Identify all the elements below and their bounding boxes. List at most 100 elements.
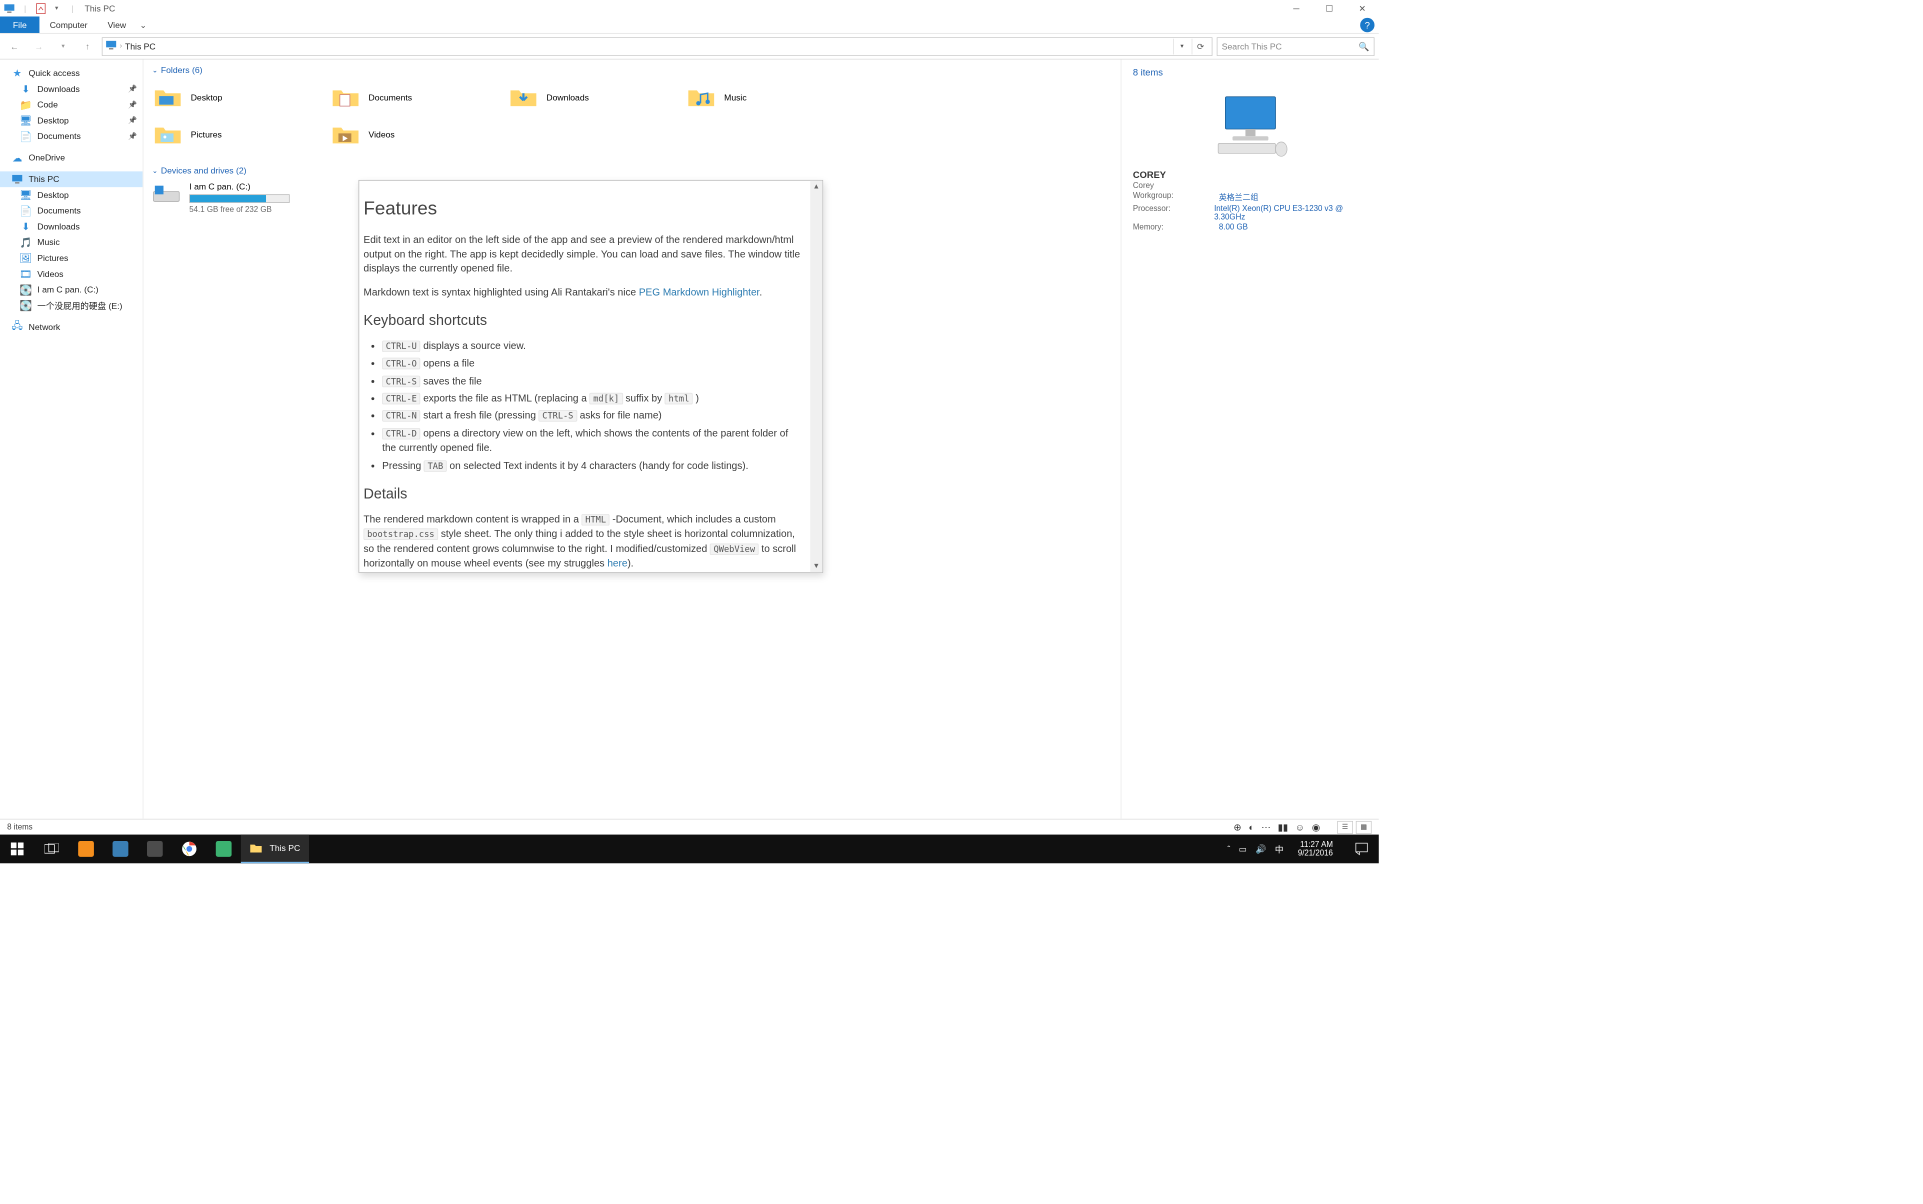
nav-qa-desktop[interactable]: 🖥Desktop (0, 113, 143, 129)
maximize-button[interactable]: ☐ (1313, 0, 1346, 16)
shortcut-list: CTRL-U displays a source view. CTRL-O op… (364, 338, 805, 472)
content-area: ⌄ Folders (6) Desktop Documents Download… (143, 60, 1120, 819)
details-processor-k: Processor: (1133, 204, 1214, 221)
section-devices[interactable]: ⌄ Devices and drives (2) (143, 160, 1120, 179)
pc-icon (105, 39, 116, 53)
tab-computer[interactable]: Computer (40, 16, 98, 32)
folder-music[interactable]: Music (685, 81, 857, 114)
nav-pc-videos[interactable]: 🎞Videos (0, 266, 143, 282)
ribbon-expand-icon[interactable]: ⌄ (136, 16, 150, 32)
address-bar[interactable]: › This PC ▾ ⟳ (102, 37, 1213, 56)
minimize-button[interactable]: ─ (1280, 0, 1313, 16)
nav-network-label: Network (29, 322, 61, 332)
search-box[interactable]: Search This PC 🔍 (1217, 37, 1375, 56)
tray-icon[interactable]: ☺ (1295, 821, 1305, 832)
tray-icon[interactable]: ▮▮ (1278, 821, 1288, 832)
scroll-up-icon[interactable]: ▲ (810, 181, 822, 193)
qat-properties-icon[interactable] (34, 2, 47, 15)
desktop-icon: 🖥 (20, 115, 31, 126)
up-button[interactable]: ↑ (77, 36, 97, 56)
tray-icon[interactable]: ◐ (1248, 821, 1254, 832)
folder-pictures[interactable]: Pictures (152, 118, 324, 151)
heading-features: Features (364, 195, 805, 222)
folder-icon: 📁 (20, 99, 31, 110)
taskbar-explorer[interactable]: This PC (241, 835, 309, 864)
nav-item-label: Documents (37, 131, 81, 141)
recent-dropdown[interactable]: ▾ (53, 36, 73, 56)
folder-videos[interactable]: Videos (330, 118, 502, 151)
folder-desktop[interactable]: Desktop (152, 81, 324, 114)
address-dropdown-icon[interactable]: ▾ (1173, 38, 1190, 54)
back-button[interactable]: ← (4, 36, 24, 56)
start-button[interactable] (0, 835, 34, 864)
list-item: Pressing TAB on selected Text indents it… (382, 458, 804, 473)
link-here[interactable]: here (607, 557, 627, 568)
nav-qa-code[interactable]: 📁Code (0, 97, 143, 113)
nav-pc-downloads[interactable]: ⬇Downloads (0, 219, 143, 235)
nav-pc-drive-e[interactable]: 💽一个没屁用的硬盘 (E:) (0, 298, 143, 314)
taskbar-app-5[interactable] (206, 835, 240, 864)
desktop-icon: 🖥 (20, 189, 31, 200)
nav-item-label: Downloads (37, 84, 80, 94)
cloud-icon: ☁ (11, 152, 22, 163)
help-icon[interactable]: ? (1360, 18, 1374, 32)
nav-this-pc[interactable]: This PC (0, 171, 143, 187)
nav-quick-access-label: Quick access (29, 68, 80, 78)
tray-network-icon[interactable]: ▭ (1239, 844, 1247, 854)
tray-icon[interactable]: ⋯ (1261, 821, 1270, 832)
scrollbar[interactable]: ▲ ▼ (810, 181, 822, 572)
view-large-button[interactable]: ▦ (1356, 821, 1372, 834)
nav-pc-desktop[interactable]: 🖥Desktop (0, 187, 143, 203)
chevron-right-icon[interactable]: › (120, 42, 122, 50)
taskbar-date: 9/21/2016 (1298, 849, 1333, 858)
breadcrumb-this-pc[interactable]: This PC (125, 41, 156, 51)
markdown-preview-window[interactable]: ▲ ▼ Features Edit text in an editor on t… (359, 180, 824, 573)
forward-button[interactable]: → (29, 36, 49, 56)
nav-item-label: 一个没屁用的硬盘 (E:) (37, 299, 122, 311)
qat-dropdown-icon[interactable]: ▾ (50, 2, 63, 15)
nav-pc-music[interactable]: 🎵 Music (0, 234, 143, 250)
action-center-button[interactable] (1347, 835, 1376, 864)
folder-music-icon (685, 85, 717, 111)
tray-volume-icon[interactable]: 🔊 (1256, 844, 1267, 854)
tray-icon[interactable]: ⊕ (1233, 821, 1241, 832)
folder-documents[interactable]: Documents (330, 81, 502, 114)
nav-quick-access[interactable]: ★ Quick access (0, 65, 143, 81)
music-icon: 🎵 (20, 237, 31, 248)
qat-pc-icon[interactable] (3, 2, 16, 15)
nav-item-label: Music (37, 237, 59, 247)
refresh-icon[interactable]: ⟳ (1192, 38, 1209, 54)
taskbar-chrome[interactable] (172, 835, 206, 864)
documents-icon: 📄 (20, 205, 31, 216)
taskbar-app-1[interactable] (69, 835, 103, 864)
list-item: CTRL-D opens a directory view on the lef… (382, 426, 804, 455)
nav-onedrive[interactable]: ☁ OneDrive (0, 150, 143, 166)
nav-onedrive-label: OneDrive (29, 153, 65, 163)
tray-ime-indicator[interactable]: 中 (1275, 843, 1284, 855)
tab-view[interactable]: View (98, 16, 137, 32)
task-view-button[interactable] (34, 835, 68, 864)
tab-file[interactable]: File (0, 16, 40, 32)
status-items: 8 items (7, 823, 32, 832)
section-folders[interactable]: ⌄ Folders (6) (143, 60, 1120, 79)
nav-qa-downloads[interactable]: ⬇ Downloads (0, 81, 143, 97)
nav-pc-pictures[interactable]: 🖼Pictures (0, 250, 143, 266)
drive-icon (152, 181, 181, 207)
taskbar-app-2[interactable] (103, 835, 137, 864)
tray-icon[interactable]: ◉ (1312, 821, 1320, 832)
nav-network[interactable]: 🖧 Network (0, 319, 143, 335)
link-peg-highlighter[interactable]: PEG Markdown Highlighter (639, 286, 760, 297)
scroll-down-icon[interactable]: ▼ (810, 560, 822, 572)
view-details-button[interactable]: ☰ (1337, 821, 1353, 834)
download-icon: ⬇ (20, 83, 31, 94)
tray-chevron-up-icon[interactable]: ˆ (1227, 844, 1230, 854)
nav-qa-documents[interactable]: 📄Documents (0, 128, 143, 144)
nav-pc-documents[interactable]: 📄Documents (0, 203, 143, 219)
section-folders-label: Folders (6) (161, 65, 203, 75)
close-button[interactable]: ✕ (1346, 0, 1379, 16)
nav-pc-drive-c[interactable]: 💽I am C pan. (C:) (0, 282, 143, 298)
folder-downloads[interactable]: Downloads (508, 81, 680, 114)
taskbar-app-3[interactable] (138, 835, 172, 864)
nav-item-label: I am C pan. (C:) (37, 285, 98, 295)
taskbar-clock[interactable]: 11:27 AM 9/21/2016 (1292, 840, 1339, 857)
